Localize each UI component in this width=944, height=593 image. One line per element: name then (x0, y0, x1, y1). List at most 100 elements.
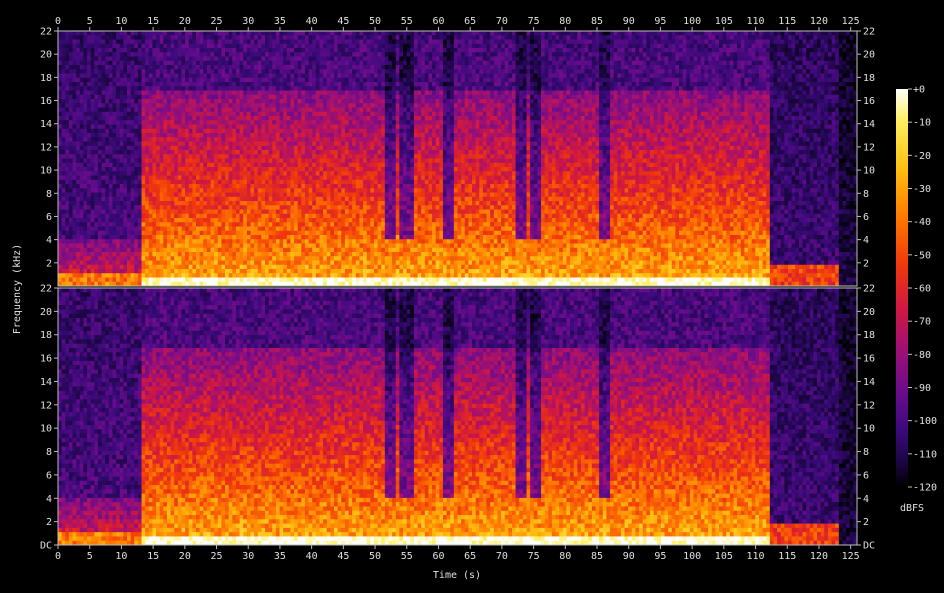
spectrogram-cell (62, 205, 66, 210)
spectrogram-cell (178, 163, 182, 168)
spectrogram-cell (91, 163, 95, 168)
spectrogram-cell (319, 244, 323, 249)
spectrogram-cell (102, 48, 106, 53)
spectrogram-cell (283, 239, 287, 244)
spectrogram-cell (192, 231, 196, 236)
spectrogram-cell (58, 163, 62, 168)
spectrogram-cell (312, 91, 316, 96)
spectrogram-cell (189, 163, 193, 168)
spectrogram-cell (160, 103, 164, 108)
spectrogram-cell (247, 91, 251, 96)
spectrogram-cell (261, 116, 265, 121)
spectrogram-cell (131, 188, 135, 193)
spectrogram-cell (225, 78, 229, 83)
spectrogram-cell (225, 252, 229, 257)
spectrogram-cell (283, 129, 287, 134)
spectrogram-cell (330, 142, 334, 147)
spectrogram-cell (287, 61, 291, 66)
spectrogram-cell (261, 40, 265, 45)
spectrogram-cell (356, 235, 360, 240)
spectrogram-cell (98, 91, 102, 96)
spectrogram-cell (181, 261, 185, 266)
spectrogram-cell (232, 108, 236, 113)
spectrogram-cell (323, 142, 327, 147)
spectrogram-cell (138, 265, 142, 270)
spectrogram-cell (138, 278, 142, 283)
spectrogram-cell (283, 142, 287, 147)
spectrogram-cell (94, 167, 98, 172)
spectrogram-cell (171, 210, 175, 215)
spectrogram-cell (261, 180, 265, 185)
spectrogram-cell (181, 167, 185, 172)
spectrogram-cell (269, 176, 273, 181)
spectrogram-cell (261, 227, 265, 232)
spectrogram-cell (298, 31, 302, 36)
spectrogram-cell (160, 95, 164, 100)
spectrogram-cell (203, 180, 207, 185)
spectrogram-cell (116, 205, 120, 210)
spectrogram-cell (272, 108, 276, 113)
spectrogram-cell (359, 57, 363, 62)
spectrogram-cell (149, 82, 153, 87)
spectrogram-cell (69, 129, 73, 134)
spectrogram-cell (138, 65, 142, 70)
spectrogram-cell (319, 265, 323, 270)
spectrogram-cell (276, 48, 280, 53)
spectrogram-cell (181, 137, 185, 142)
spectrogram-figure: 2 24 46 68 810 1012 1214 1416 1618 1820 2022 22DC DC… (0, 0, 944, 593)
spectrogram-cell (319, 180, 323, 185)
spectrogram-cell (145, 273, 149, 278)
spectrogram-cell (138, 231, 142, 236)
spectrogram-cell (312, 112, 316, 117)
spectrogram-cell (236, 137, 240, 142)
spectrogram-cell (330, 129, 334, 134)
spectrogram-cell (160, 205, 164, 210)
spectrogram-cell (80, 231, 84, 236)
spectrogram-cell (250, 159, 254, 164)
spectrogram-cell (142, 210, 146, 215)
spectrogram-cell (83, 133, 87, 138)
spectrogram-cell (221, 180, 225, 185)
spectrogram-cell (160, 235, 164, 240)
spectrogram-cell (254, 265, 258, 270)
spectrogram-cell (258, 252, 262, 257)
spectrogram-cell (280, 48, 284, 53)
spectrogram-cell (76, 273, 80, 278)
spectrogram-cell (254, 210, 258, 215)
spectrogram-cell (236, 57, 240, 62)
spectrogram-cell (69, 61, 73, 66)
spectrogram-cell (87, 65, 91, 70)
spectrogram-cell (152, 176, 156, 181)
spectrogram-cell (123, 150, 127, 155)
spectrogram-cell (69, 44, 73, 49)
spectrogram-cell (272, 171, 276, 176)
spectrogram-cell (283, 91, 287, 96)
spectrogram-cell (189, 159, 193, 164)
spectrogram-cell (330, 52, 334, 57)
spectrogram-cell (352, 218, 356, 223)
spectrogram-cell (192, 125, 196, 130)
spectrogram-cell (83, 176, 87, 181)
spectrogram-cell (236, 125, 240, 130)
spectrogram-cell (203, 278, 207, 283)
spectrogram-cell (356, 278, 360, 283)
spectrogram-cell (247, 218, 251, 223)
spectrogram-cell (76, 265, 80, 270)
spectrogram-cell (207, 222, 211, 227)
spectrogram-cell (345, 61, 349, 66)
spectrogram-cell (272, 231, 276, 236)
spectrogram-cell (134, 129, 138, 134)
spectrogram-cell (211, 231, 215, 236)
spectrogram-cell (352, 129, 356, 134)
spectrogram-cell (185, 150, 189, 155)
spectrogram-cell (341, 167, 345, 172)
spectrogram-cell (73, 91, 77, 96)
spectrogram-cell (160, 35, 164, 40)
spectrogram-cell (258, 112, 262, 117)
spectrogram-cell (334, 44, 338, 49)
spectrogram-cell (323, 120, 327, 125)
spectrogram-cell (214, 65, 218, 70)
spectrogram-cell (240, 91, 244, 96)
spectrogram-cell (178, 103, 182, 108)
spectrogram-cell (152, 210, 156, 215)
